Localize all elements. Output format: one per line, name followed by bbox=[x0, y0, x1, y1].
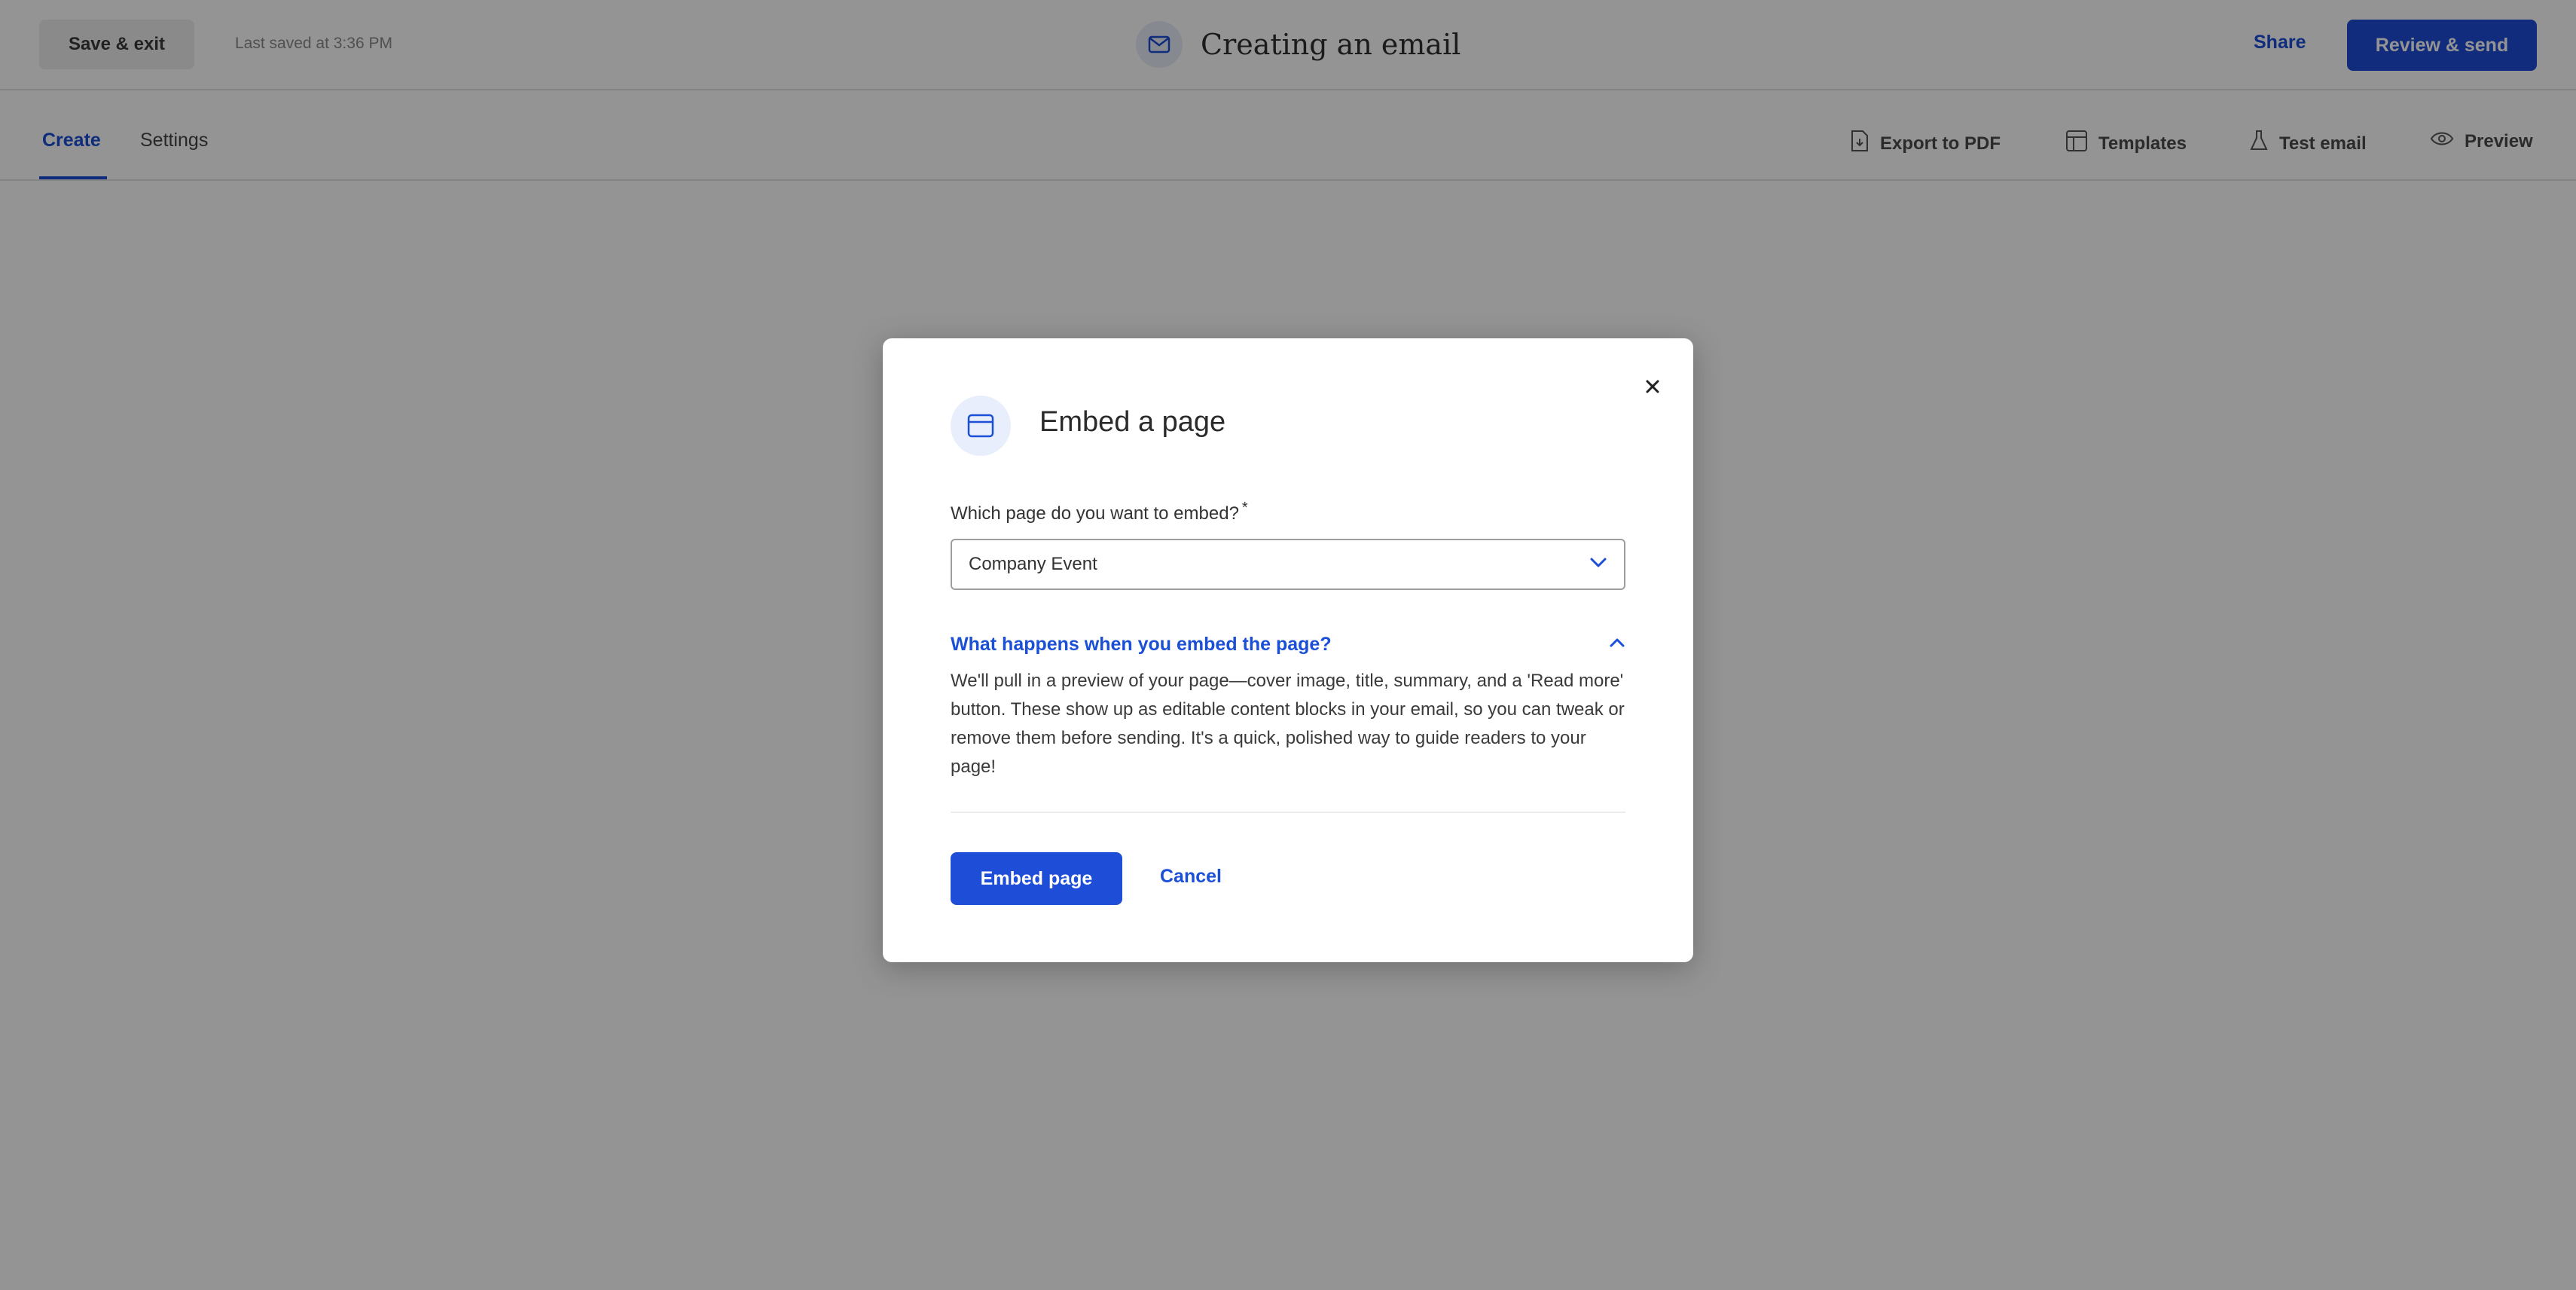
required-marker: * bbox=[1241, 500, 1248, 516]
chevron-up-icon bbox=[1609, 637, 1625, 652]
page-select-label: Which page do you want to embed? * bbox=[951, 500, 1248, 524]
embed-page-dialog: Embed a page Which page do you want to e… bbox=[883, 338, 1693, 962]
chevron-down-icon bbox=[1589, 557, 1607, 573]
info-accordion-toggle[interactable]: What happens when you embed the page? bbox=[951, 631, 1625, 658]
page-select-label-text: Which page do you want to embed? bbox=[951, 503, 1239, 524]
cancel-button[interactable]: Cancel bbox=[1160, 866, 1222, 888]
close-icon[interactable] bbox=[1637, 371, 1668, 402]
dialog-title: Embed a page bbox=[1039, 406, 1226, 438]
page-select-dropdown[interactable]: Company Event bbox=[951, 539, 1625, 590]
divider bbox=[951, 812, 1625, 813]
accordion-content: We'll pull in a preview of your page—cov… bbox=[951, 671, 1625, 777]
accordion-title: What happens when you embed the page? bbox=[951, 633, 1332, 655]
browser-window-icon bbox=[951, 396, 1011, 456]
embed-page-button[interactable]: Embed page bbox=[951, 852, 1122, 905]
page-select-value: Company Event bbox=[969, 554, 1097, 574]
